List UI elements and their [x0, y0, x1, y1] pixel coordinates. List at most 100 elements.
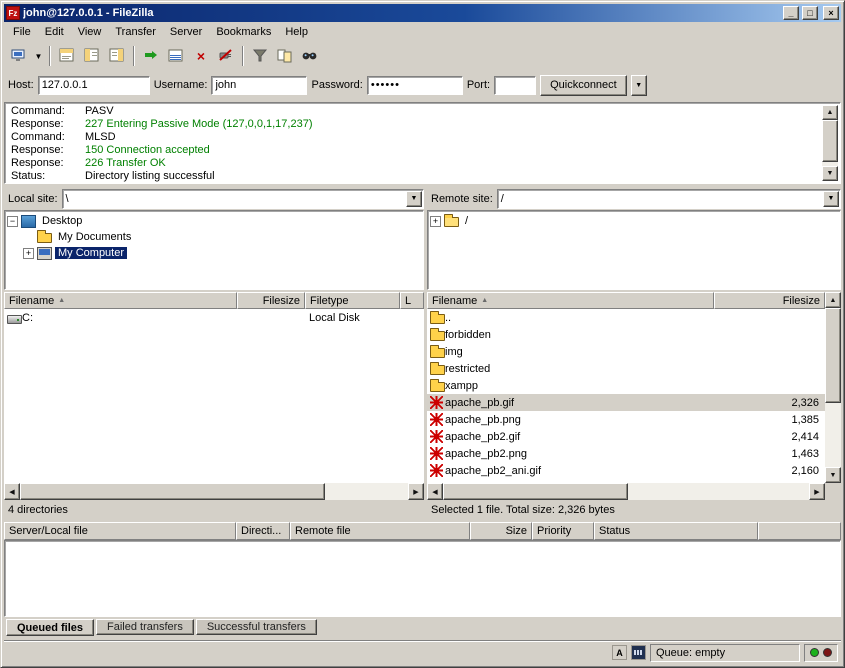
menu-item-bookmarks[interactable]: Bookmarks	[209, 24, 278, 40]
queue-tabs: Queued files Failed transfers Successful…	[4, 619, 841, 637]
file-size: 2,326	[714, 394, 825, 411]
column-header-filesize[interactable]: Filesize	[714, 292, 825, 309]
toggle-queue-icon[interactable]	[164, 44, 188, 68]
quickconnect-button[interactable]: Quickconnect	[540, 75, 627, 96]
ascii-mode-icon[interactable]: A	[612, 645, 627, 660]
expand-icon[interactable]: +	[430, 216, 441, 227]
column-header-label: Filename	[432, 295, 477, 307]
title-bar[interactable]: Fz john@127.0.0.1 - FileZilla _ □ ×	[4, 4, 841, 22]
quickconnect-dropdown-icon[interactable]: ▼	[631, 75, 647, 96]
file-row[interactable]: apache_pb2_ani.gif 2,160	[427, 462, 825, 479]
scroll-up-icon[interactable]: ▲	[822, 105, 838, 120]
toggle-remote-tree-icon[interactable]	[105, 44, 129, 68]
collapse-icon[interactable]: −	[7, 216, 18, 227]
find-icon[interactable]	[298, 44, 322, 68]
combo-dropdown-icon[interactable]: ▼	[823, 191, 839, 207]
file-row[interactable]: apache_pb2.gif 2,414	[427, 428, 825, 445]
queue-status-text: Queue: empty	[656, 647, 725, 659]
toggle-message-log-icon[interactable]	[55, 44, 79, 68]
expand-icon[interactable]: +	[23, 248, 34, 259]
menu-item-help[interactable]: Help	[278, 24, 315, 40]
column-header-server-local-file[interactable]: Server/Local file	[4, 522, 236, 540]
minimize-button[interactable]: _	[783, 6, 799, 20]
column-header-filename[interactable]: Filename ▲	[4, 292, 237, 309]
file-row[interactable]: C: Local Disk	[4, 309, 424, 326]
scroll-down-icon[interactable]: ▼	[825, 467, 841, 483]
tab-failed-transfers[interactable]: Failed transfers	[96, 619, 194, 635]
combo-dropdown-icon[interactable]: ▼	[406, 191, 422, 207]
column-header-direction[interactable]: Directi...	[236, 522, 290, 540]
scroll-thumb[interactable]	[825, 308, 841, 403]
column-header-label: Directi...	[241, 525, 281, 537]
scroll-right-icon[interactable]: ▶	[809, 483, 825, 500]
password-input[interactable]	[367, 76, 463, 95]
refresh-icon[interactable]	[139, 44, 163, 68]
scroll-down-icon[interactable]: ▼	[822, 166, 838, 181]
tree-item-desktop[interactable]: − Desktop	[7, 213, 421, 229]
column-header-filetype[interactable]: Filetype	[305, 292, 400, 309]
file-row-selected[interactable]: apache_pb.gif 2,326	[427, 394, 825, 411]
menu-item-file[interactable]: File	[6, 24, 38, 40]
column-header-filesize[interactable]: Filesize	[237, 292, 305, 309]
scroll-track[interactable]	[628, 483, 809, 500]
tab-successful-transfers[interactable]: Successful transfers	[196, 619, 317, 635]
file-row[interactable]: restricted	[427, 360, 825, 377]
remote-vertical-scrollbar[interactable]: ▲ ▼	[825, 292, 841, 483]
tree-item-my-computer[interactable]: + My Computer	[7, 245, 421, 261]
scroll-up-icon[interactable]: ▲	[825, 292, 841, 308]
file-row[interactable]: forbidden	[427, 326, 825, 343]
encryption-indicator-icon[interactable]	[631, 645, 646, 660]
filter-icon[interactable]	[248, 44, 272, 68]
site-manager-dropdown-icon[interactable]: ▼	[32, 44, 45, 68]
column-header-priority[interactable]: Priority	[532, 522, 594, 540]
file-row[interactable]: apache_pb2.png 1,463	[427, 445, 825, 462]
remote-site-combo[interactable]: / ▼	[497, 189, 841, 209]
scroll-left-icon[interactable]: ◀	[4, 483, 20, 500]
disconnect-icon[interactable]	[214, 44, 238, 68]
port-input[interactable]	[494, 76, 536, 95]
folder-icon	[430, 365, 445, 375]
menu-item-view[interactable]: View	[71, 24, 109, 40]
maximize-button[interactable]: □	[802, 6, 818, 20]
queue-body[interactable]	[4, 540, 841, 617]
username-input[interactable]	[211, 76, 307, 95]
menu-item-transfer[interactable]: Transfer	[108, 24, 163, 40]
column-header-filename[interactable]: Filename ▲	[427, 292, 714, 309]
file-lists-row: Filename ▲ Filesize Filetype L C: Local …	[4, 292, 841, 500]
scroll-left-icon[interactable]: ◀	[427, 483, 443, 500]
column-header-lastmodified[interactable]: L	[400, 292, 424, 309]
menu-item-edit[interactable]: Edit	[38, 24, 71, 40]
column-header-remote-file[interactable]: Remote file	[290, 522, 470, 540]
host-input[interactable]	[38, 76, 150, 95]
tree-item-label: Desktop	[39, 215, 85, 227]
file-row[interactable]: apache_pb.png 1,385	[427, 411, 825, 428]
log-text: MLSD	[85, 131, 116, 144]
scroll-track[interactable]	[325, 483, 408, 500]
remote-horizontal-scrollbar[interactable]: ◀ ▶	[427, 483, 825, 500]
tree-item-my-documents[interactable]: My Documents	[7, 229, 421, 245]
log-scrollbar[interactable]: ▲ ▼	[822, 105, 838, 181]
tree-item-root[interactable]: + /	[430, 213, 838, 229]
file-row[interactable]: img	[427, 343, 825, 360]
scroll-track[interactable]	[825, 403, 841, 467]
compare-icon[interactable]	[273, 44, 297, 68]
scroll-thumb[interactable]	[822, 120, 838, 162]
site-manager-icon[interactable]	[7, 44, 31, 68]
scroll-thumb[interactable]	[20, 483, 325, 500]
log-label: Response:	[11, 144, 85, 157]
tab-queued-files[interactable]: Queued files	[6, 619, 94, 636]
local-site-value: \	[66, 193, 406, 205]
close-button[interactable]: ×	[823, 6, 839, 20]
cancel-icon[interactable]: ×	[189, 44, 213, 68]
local-site-combo[interactable]: \ ▼	[62, 189, 424, 209]
file-row[interactable]: ..	[427, 309, 825, 326]
local-horizontal-scrollbar[interactable]: ◀ ▶	[4, 483, 424, 500]
scroll-thumb[interactable]	[443, 483, 628, 500]
toggle-local-tree-icon[interactable]	[80, 44, 104, 68]
column-header-status[interactable]: Status	[594, 522, 758, 540]
menu-item-server[interactable]: Server	[163, 24, 209, 40]
file-row[interactable]: xampp	[427, 377, 825, 394]
column-header-size[interactable]: Size	[470, 522, 532, 540]
scroll-right-icon[interactable]: ▶	[408, 483, 424, 500]
window-title: john@127.0.0.1 - FileZilla	[23, 7, 780, 19]
